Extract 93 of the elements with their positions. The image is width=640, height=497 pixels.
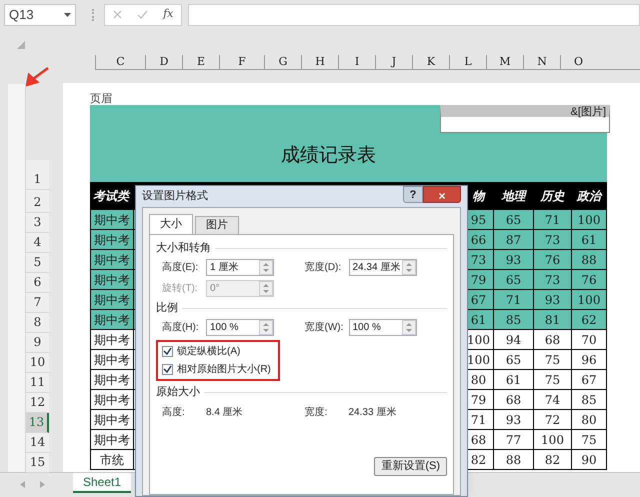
table-cell: 65	[494, 270, 534, 289]
table-cell: 81	[534, 310, 572, 329]
section-heading: 原始大小	[156, 384, 200, 400]
insert-function-button[interactable]: fx	[163, 6, 174, 23]
sheet-tab[interactable]: Sheet1	[73, 473, 132, 493]
column-header[interactable]: N	[523, 55, 560, 69]
table-cell: 62	[572, 310, 607, 329]
field-label: 宽度:	[304, 406, 328, 420]
table-cell: 期中考	[91, 330, 134, 349]
table-cell: 100	[572, 210, 607, 229]
column-header[interactable]: G	[264, 55, 301, 69]
column-header[interactable]: F	[219, 55, 264, 69]
help-button[interactable]: ?	[403, 186, 423, 203]
checkbox[interactable]	[162, 364, 173, 375]
checkbox-label[interactable]: 锁定纵横比(A)	[177, 344, 240, 359]
check-icon[interactable]	[136, 10, 148, 19]
table-cell: 61	[572, 230, 607, 249]
row-header[interactable]: 1	[26, 160, 49, 190]
field-value: 8.4 厘米	[206, 406, 243, 420]
field-value: 24.33 厘米	[348, 406, 396, 420]
table-cell: 期中考	[91, 290, 134, 309]
column-header[interactable]: J	[375, 55, 412, 69]
column-header[interactable]: M	[486, 55, 523, 69]
column-header[interactable]: C	[95, 55, 145, 69]
row-header[interactable]: 3	[26, 213, 49, 233]
field-label: 宽度(W):	[304, 320, 344, 335]
table-cell: 76	[534, 250, 572, 269]
formula-field[interactable]	[188, 4, 640, 26]
arrow-icon	[25, 67, 49, 87]
column-header[interactable]: L	[449, 55, 486, 69]
table-cell: 期中考	[91, 430, 134, 449]
table-cell: 88	[572, 250, 607, 269]
row-header[interactable]: 8	[26, 313, 49, 333]
previous-sheet-icon[interactable]	[20, 481, 25, 488]
table-cell: 100	[572, 290, 607, 309]
row-header[interactable]: 11	[26, 373, 49, 393]
row-header[interactable]: 6	[26, 273, 49, 293]
name-box[interactable]: Q13	[4, 4, 76, 26]
select-all-triangle-icon[interactable]	[17, 41, 25, 49]
table-cell: 85	[494, 310, 534, 329]
row-header[interactable]: 7	[26, 293, 49, 313]
checkbox-label[interactable]: 相对原始图片大小(R)	[177, 362, 271, 377]
row-header[interactable]: 9	[26, 333, 49, 353]
checkbox[interactable]	[162, 346, 173, 357]
row-header[interactable]: 5	[26, 253, 49, 273]
field-label: 旋转(T):	[162, 282, 199, 296]
table-title: 成绩记录表	[281, 144, 376, 168]
cancel-icon[interactable]	[112, 10, 122, 19]
table-cell: 期中考	[91, 350, 134, 369]
table-cell: 93	[494, 250, 534, 269]
table-cell: 93	[534, 290, 572, 309]
table-cell: 期中考	[91, 410, 134, 429]
header-label: 页眉	[90, 93, 113, 105]
header-field[interactable]: &[图片]	[440, 105, 610, 133]
table-cell: 87	[494, 230, 534, 249]
table-cell: 73	[534, 230, 572, 249]
dialog-tab[interactable]: 图片	[195, 216, 239, 234]
row-header[interactable]: 12	[26, 393, 49, 413]
column-header[interactable]: E	[182, 55, 219, 69]
field-label: 宽度(D):	[304, 260, 342, 275]
row-header[interactable]: 10	[26, 353, 49, 373]
table-cell: 期中考	[91, 210, 134, 229]
table-cell: 65	[494, 210, 534, 229]
section-heading: 比例	[156, 300, 178, 316]
dialog-tab[interactable]: 大小	[149, 214, 193, 234]
table-cell: 76	[572, 270, 607, 289]
row-header[interactable]: 14	[26, 433, 49, 453]
section-heading: 大小和转角	[156, 240, 211, 256]
table-cell: 73	[534, 270, 572, 289]
table-cell: 期中考	[91, 270, 134, 289]
table-cell: 期中考	[91, 310, 134, 329]
field-label: 高度(E):	[162, 260, 200, 275]
column-header[interactable]: D	[145, 55, 182, 69]
next-sheet-icon[interactable]	[40, 481, 45, 488]
reset-button[interactable]: 重新设置(S)	[374, 457, 447, 476]
column-header[interactable]: K	[412, 55, 449, 69]
column-header[interactable]: H	[301, 55, 338, 69]
field-label: 高度:	[162, 406, 186, 420]
row-header[interactable]: 4	[26, 233, 49, 253]
table-cell: 71	[534, 210, 572, 229]
close-button[interactable]: ×	[423, 186, 461, 203]
column-header[interactable]: I	[338, 55, 375, 69]
row-header[interactable]: 15	[26, 453, 49, 473]
table-cell: 71	[494, 290, 534, 309]
column-header[interactable]: O	[560, 55, 596, 69]
field-label: 高度(H):	[162, 320, 200, 335]
table-cell: 期中考	[91, 250, 134, 269]
table-cell: 期中考	[91, 230, 134, 249]
row-header[interactable]: 2	[26, 190, 49, 213]
dialog-title: 设置图片格式	[142, 189, 208, 204]
row-header[interactable]: 13	[26, 413, 49, 433]
table-cell: 期中考	[91, 370, 134, 389]
table-cell: 期中考	[91, 390, 134, 409]
